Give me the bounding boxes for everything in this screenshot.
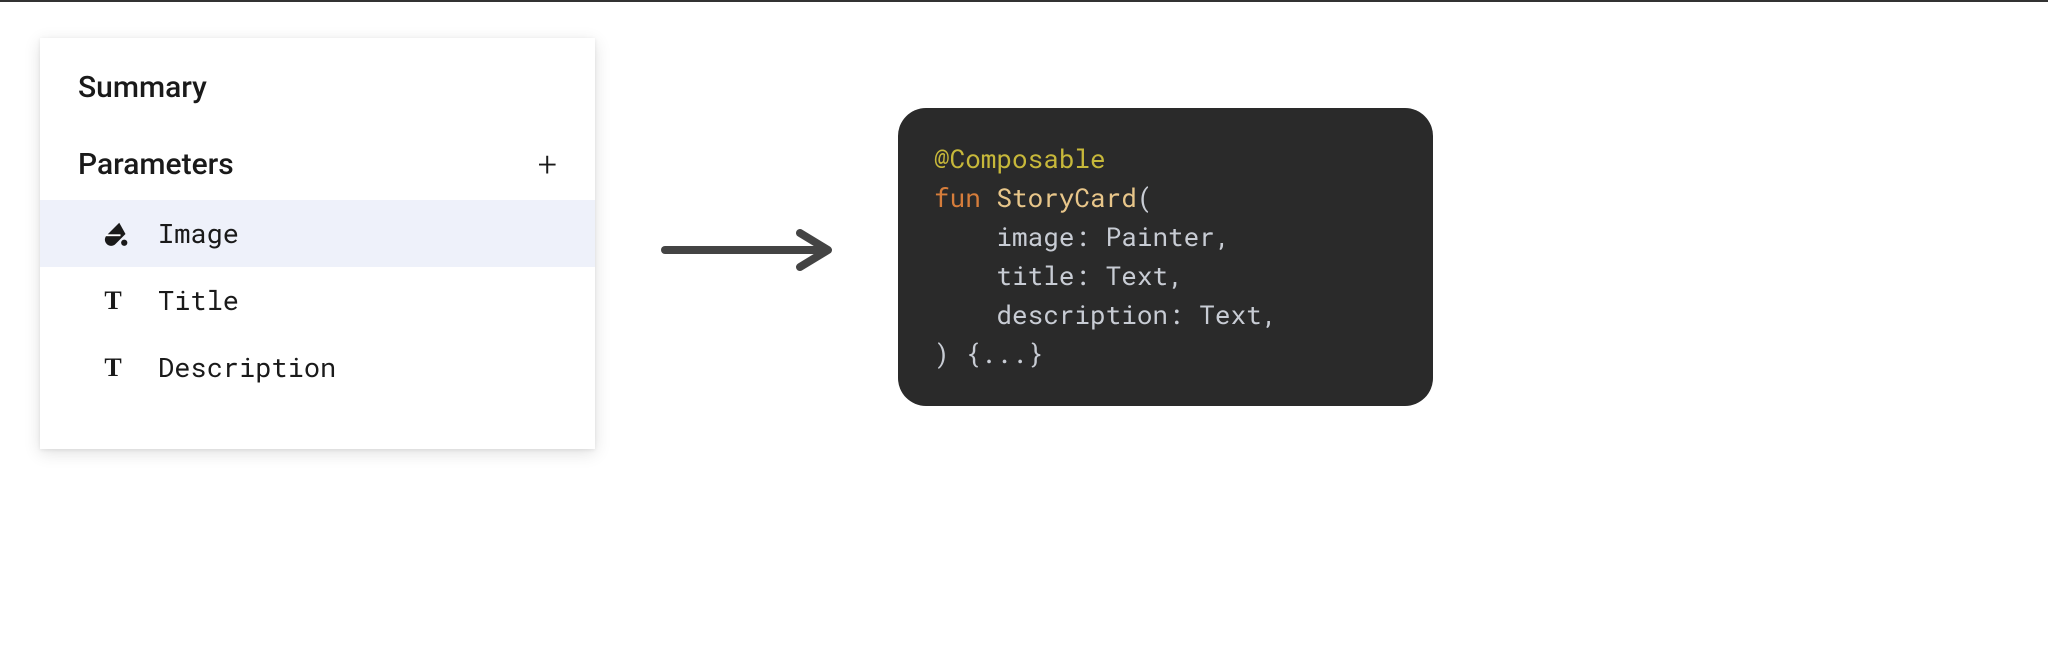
top-border (0, 0, 2048, 2)
parameters-label: Parameters (78, 147, 234, 182)
code-line: ) {...} (934, 335, 1397, 374)
parameter-row-description[interactable]: T Description (40, 334, 595, 401)
add-parameter-icon[interactable]: + (538, 148, 557, 182)
open-paren: ( (1137, 181, 1153, 215)
body-token: {...} (965, 337, 1043, 371)
arrow-icon (660, 225, 840, 275)
keyword-token: fun (934, 181, 981, 215)
param-type-token: Text (1106, 259, 1168, 293)
text-icon: T (98, 353, 128, 383)
fill-icon (98, 219, 128, 249)
param-name-token: image (996, 220, 1074, 254)
parameter-name: Title (158, 283, 239, 318)
code-line: image: Painter, (934, 218, 1397, 257)
param-type-token: Painter (1106, 220, 1215, 254)
code-line: description: Text, (934, 296, 1397, 335)
parameter-name: Description (158, 350, 336, 385)
function-name-token: StoryCard (996, 181, 1136, 215)
code-line: fun StoryCard( (934, 179, 1397, 218)
param-name-token: description (996, 298, 1168, 332)
param-name-token: title (996, 259, 1074, 293)
code-snippet: @Composable fun StoryCard( image: Painte… (898, 108, 1433, 406)
parameter-row-title[interactable]: T Title (40, 267, 595, 334)
param-type-token: Text (1199, 298, 1261, 332)
close-paren: ) (934, 337, 950, 371)
code-line: @Composable (934, 140, 1397, 179)
panel-title: Summary (40, 70, 595, 105)
annotation-token: @Composable (934, 142, 1106, 176)
parameter-name: Image (158, 216, 239, 251)
text-icon: T (98, 286, 128, 316)
parameter-row-image[interactable]: Image (40, 200, 595, 267)
parameters-panel: Summary Parameters + Image T Title T Des… (40, 38, 595, 449)
parameters-header: Parameters + (40, 147, 595, 182)
code-line: title: Text, (934, 257, 1397, 296)
